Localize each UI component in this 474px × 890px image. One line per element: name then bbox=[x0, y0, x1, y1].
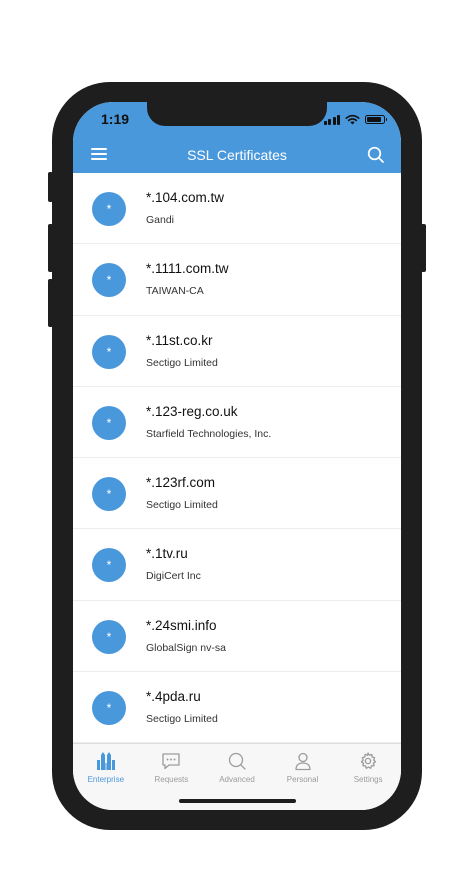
certificate-domain: *.1tv.ru bbox=[146, 546, 188, 562]
certificate-list: * *.104.com.tw Gandi * *.1111.com.tw TAI… bbox=[73, 173, 401, 744]
certificate-avatar: * bbox=[92, 548, 126, 583]
tab-enterprise[interactable]: Enterprise bbox=[73, 744, 139, 810]
certificate-avatar: * bbox=[92, 263, 126, 298]
certificate-row[interactable]: * *.4pda.ru Sectigo Limited bbox=[73, 672, 401, 744]
certificate-avatar: * bbox=[92, 405, 126, 440]
certificate-domain: *.4pda.ru bbox=[146, 689, 201, 705]
wifi-icon bbox=[345, 114, 360, 124]
certificate-row[interactable]: * *.123rf.com Sectigo Limited bbox=[73, 458, 401, 530]
certificate-issuer: Sectigo Limited bbox=[146, 499, 218, 512]
tab-label: Settings bbox=[353, 775, 383, 784]
certificate-issuer: Starfield Technologies, Inc. bbox=[146, 427, 272, 440]
certificate-row[interactable]: * *.11st.co.kr Sectigo Limited bbox=[73, 316, 401, 387]
certificate-avatar: * bbox=[92, 334, 126, 369]
tab-label: Requests bbox=[154, 775, 189, 784]
certificate-row[interactable]: * *.104.com.tw Gandi bbox=[73, 173, 401, 245]
certificate-issuer: Sectigo Limited bbox=[146, 713, 218, 726]
certificate-issuer: Gandi bbox=[146, 214, 175, 226]
cellular-signal-icon bbox=[323, 114, 340, 125]
chat-bubble-icon bbox=[162, 753, 181, 770]
tab-settings[interactable]: Settings bbox=[335, 744, 401, 810]
search-icon[interactable] bbox=[367, 146, 385, 164]
person-icon bbox=[294, 752, 311, 771]
certificate-row[interactable]: * *.1tv.ru DigiCert Inc bbox=[73, 529, 401, 601]
notch bbox=[147, 102, 327, 126]
certificate-issuer: Sectigo Limited bbox=[146, 356, 218, 369]
certificate-issuer: TAIWAN-CA bbox=[146, 285, 204, 298]
certificate-domain: *.123rf.com bbox=[146, 475, 216, 491]
certificate-row[interactable]: * *.24smi.info GlobalSign nv-sa bbox=[73, 601, 401, 673]
certificate-issuer: GlobalSign nv-sa bbox=[146, 641, 226, 654]
certificate-avatar: * bbox=[92, 477, 126, 512]
tab-label: Advanced bbox=[219, 775, 255, 784]
battery-icon bbox=[365, 114, 387, 124]
certificate-avatar: * bbox=[92, 619, 126, 654]
phone-screen: 1:19 SSL Certificates * *.104.com.tw Gan… bbox=[73, 102, 401, 810]
gear-icon bbox=[360, 752, 377, 769]
certificate-avatar: * bbox=[92, 192, 126, 226]
search-icon bbox=[228, 752, 246, 770]
certificate-domain: *.11st.co.kr bbox=[146, 332, 213, 348]
status-time: 1:19 bbox=[101, 111, 130, 127]
enterprise-icon bbox=[96, 752, 115, 770]
certificate-issuer: DigiCert Inc bbox=[146, 570, 201, 583]
certificate-domain: *.24smi.info bbox=[146, 617, 217, 633]
certificate-domain: *.1111.com.tw bbox=[146, 261, 229, 277]
app-header: 1:19 SSL Certificates bbox=[73, 102, 401, 173]
certificate-avatar: * bbox=[92, 691, 126, 726]
tab-label: Personal bbox=[286, 775, 319, 784]
home-indicator[interactable] bbox=[179, 799, 296, 803]
certificate-row[interactable]: * *.1111.com.tw TAIWAN-CA bbox=[73, 244, 401, 316]
tab-label: Enterprise bbox=[87, 775, 125, 784]
certificate-domain: *.123-reg.co.uk bbox=[146, 403, 238, 419]
certificate-domain: *.104.com.tw bbox=[146, 190, 225, 205]
page-title: SSL Certificates bbox=[187, 147, 287, 163]
status-icons bbox=[323, 112, 387, 126]
certificate-row[interactable]: * *.123-reg.co.uk Starfield Technologies… bbox=[73, 387, 401, 459]
